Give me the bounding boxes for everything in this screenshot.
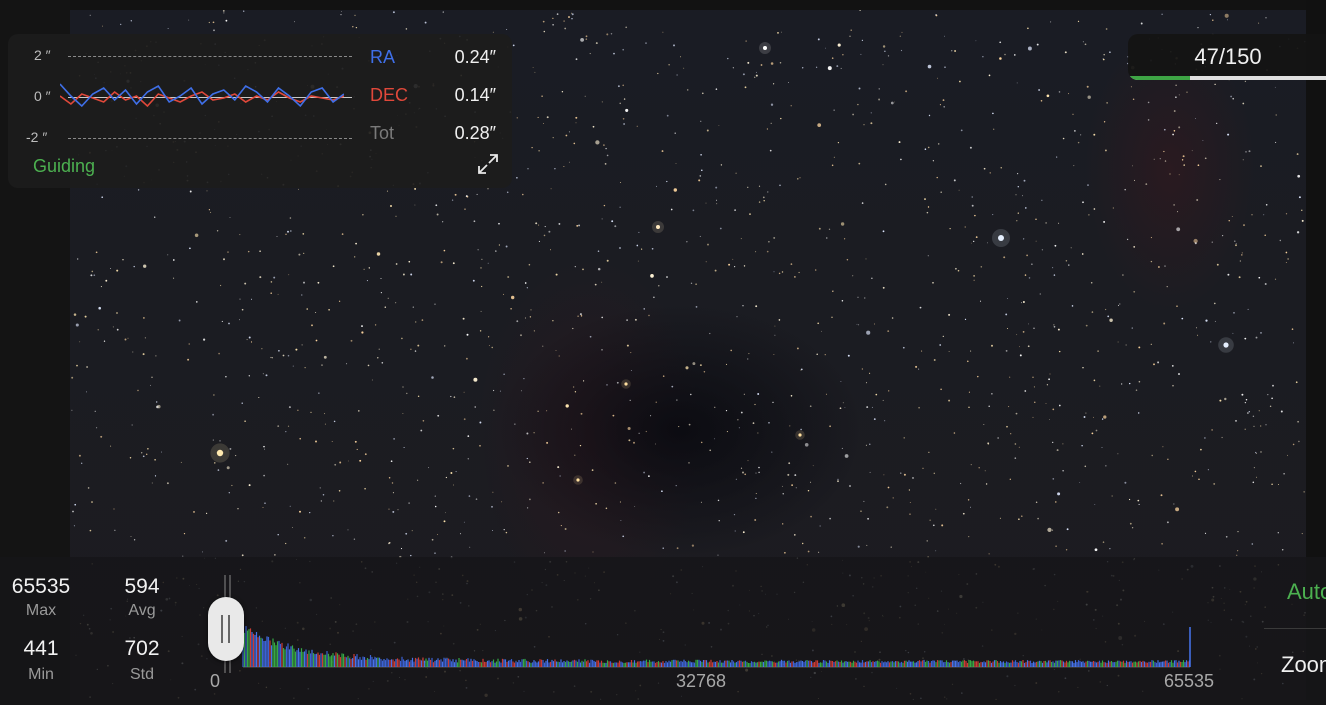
hist-tick-start: 0 — [210, 671, 221, 691]
gridline-top — [68, 56, 352, 57]
guiding-status: Guiding — [33, 156, 96, 176]
histogram-graph[interactable] — [205, 569, 1205, 673]
stat-min-label: Min — [28, 666, 54, 683]
top-bar — [0, 0, 1326, 10]
axis-label-top: 2 ″ — [34, 47, 51, 63]
stat-std-value: 702 — [124, 637, 160, 660]
frame-counter-label: 47/150 — [1194, 44, 1262, 69]
histogram-panel: 65535 Max 594 Avg 441 Min 702 Std 0 3276… — [0, 557, 1326, 705]
stat-std-label: Std — [129, 666, 154, 683]
ra-series-line — [60, 83, 344, 108]
dec-value: 0.14″ — [454, 85, 496, 105]
gridline-bottom — [68, 138, 352, 139]
tot-value: 0.28″ — [454, 123, 496, 143]
stat-max-label: Max — [25, 602, 57, 619]
histogram-black-point-handle[interactable] — [208, 597, 244, 661]
axis-label-bottom: -2 ″ — [26, 129, 48, 145]
stat-avg-value: 594 — [124, 575, 160, 598]
axis-label-zero: 0 ″ — [34, 88, 51, 104]
hist-tick-mid: 32768 — [676, 671, 727, 691]
side-divider — [1264, 628, 1326, 629]
frame-progress-fill — [1128, 76, 1191, 80]
dec-label: DEC — [370, 85, 409, 105]
stat-min-value: 441 — [23, 637, 59, 660]
expand-icon[interactable] — [476, 152, 500, 176]
frame-counter[interactable]: 47/150 — [1128, 34, 1326, 80]
guiding-panel[interactable]: 2 ″ 0 ″ -2 ″ RA 0.24″ DEC 0.14″ Tot 0.28… — [8, 34, 512, 188]
stat-max-value: 65535 — [11, 575, 71, 598]
guiding-graph — [60, 83, 344, 108]
ra-value: 0.24″ — [454, 47, 496, 67]
ra-label: RA — [370, 47, 396, 67]
zoom-button[interactable]: Zoom — [1281, 652, 1326, 678]
stat-avg-label: Avg — [128, 602, 156, 619]
auto-stretch-button[interactable]: Auto — [1287, 579, 1326, 605]
hist-tick-end: 65535 — [1164, 671, 1215, 691]
tot-label: Tot — [370, 123, 395, 143]
